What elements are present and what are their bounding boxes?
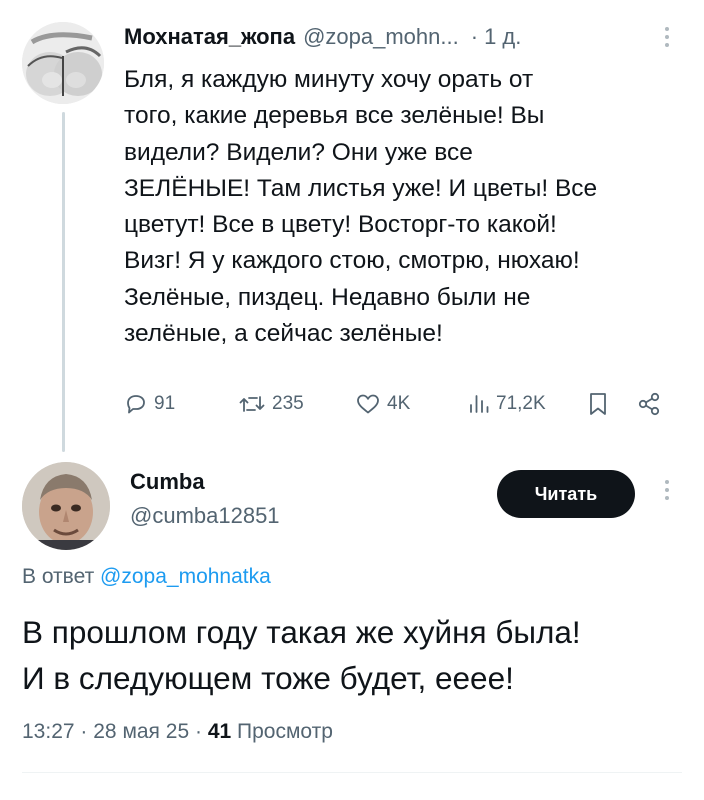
reply-count: 91	[154, 393, 176, 414]
reply-date[interactable]: 28 мая 25	[93, 720, 189, 743]
avatar-photo	[22, 462, 110, 550]
bookmark-icon	[590, 393, 606, 415]
reply-author-avatar[interactable]	[22, 462, 110, 550]
share-button[interactable]	[636, 387, 662, 421]
views-icon	[470, 395, 489, 413]
reply-views-count: 41	[207, 720, 232, 743]
retweet-icon	[239, 396, 265, 412]
reply-time[interactable]: 13:27	[22, 720, 75, 743]
reply-text: В прошлом году такая же хуйня была! И в …	[22, 614, 581, 696]
bookmark-button[interactable]	[587, 387, 609, 421]
reply-button[interactable]: 91	[124, 387, 175, 421]
thread-connector-line	[62, 112, 65, 452]
reply-context: В ответ @zopa_mohnatka	[22, 563, 271, 591]
author-name[interactable]: Мохнатая_жопа	[124, 24, 295, 49]
reply-views-label: Просмотр	[237, 720, 333, 743]
meta-separator: ·	[194, 720, 202, 743]
views-button[interactable]: 71,2K	[468, 387, 546, 421]
share-icon	[638, 392, 660, 416]
retweet-count: 235	[272, 393, 304, 414]
reply-author-handle[interactable]: @cumba12851	[130, 502, 280, 530]
reply-meta: 13:27 · 28 мая 25 · 41 Просмотр	[22, 717, 333, 747]
reply-mention-link[interactable]: @zopa_mohnatka	[100, 565, 271, 588]
meta-separator: ·	[80, 720, 88, 743]
reply-author-name[interactable]: Cumba	[130, 468, 205, 496]
views-count: 71,2K	[496, 393, 546, 414]
author-handle[interactable]: @zopa_mohn...	[303, 24, 459, 49]
like-count: 4K	[387, 393, 411, 414]
avatar-photo	[22, 22, 104, 104]
tweet-time[interactable]: 1 д.	[484, 24, 521, 49]
like-button[interactable]: 4K	[355, 387, 410, 421]
divider	[22, 772, 682, 773]
like-icon	[357, 394, 379, 414]
header-separator: ·	[470, 24, 479, 49]
tweet-text: Бля, я каждую минуту хочу орать от того,…	[124, 66, 598, 348]
author-avatar[interactable]	[22, 22, 104, 104]
reply-icon	[127, 395, 145, 414]
reply-prefix: В ответ	[22, 565, 95, 588]
follow-button[interactable]: Читать	[497, 470, 635, 518]
tweet-header: Мохнатая_жопа @zopa_mohn... · 1 д.	[124, 22, 521, 52]
more-icon[interactable]	[660, 25, 674, 49]
more-icon[interactable]	[660, 478, 674, 502]
retweet-button[interactable]: 235	[238, 387, 304, 421]
